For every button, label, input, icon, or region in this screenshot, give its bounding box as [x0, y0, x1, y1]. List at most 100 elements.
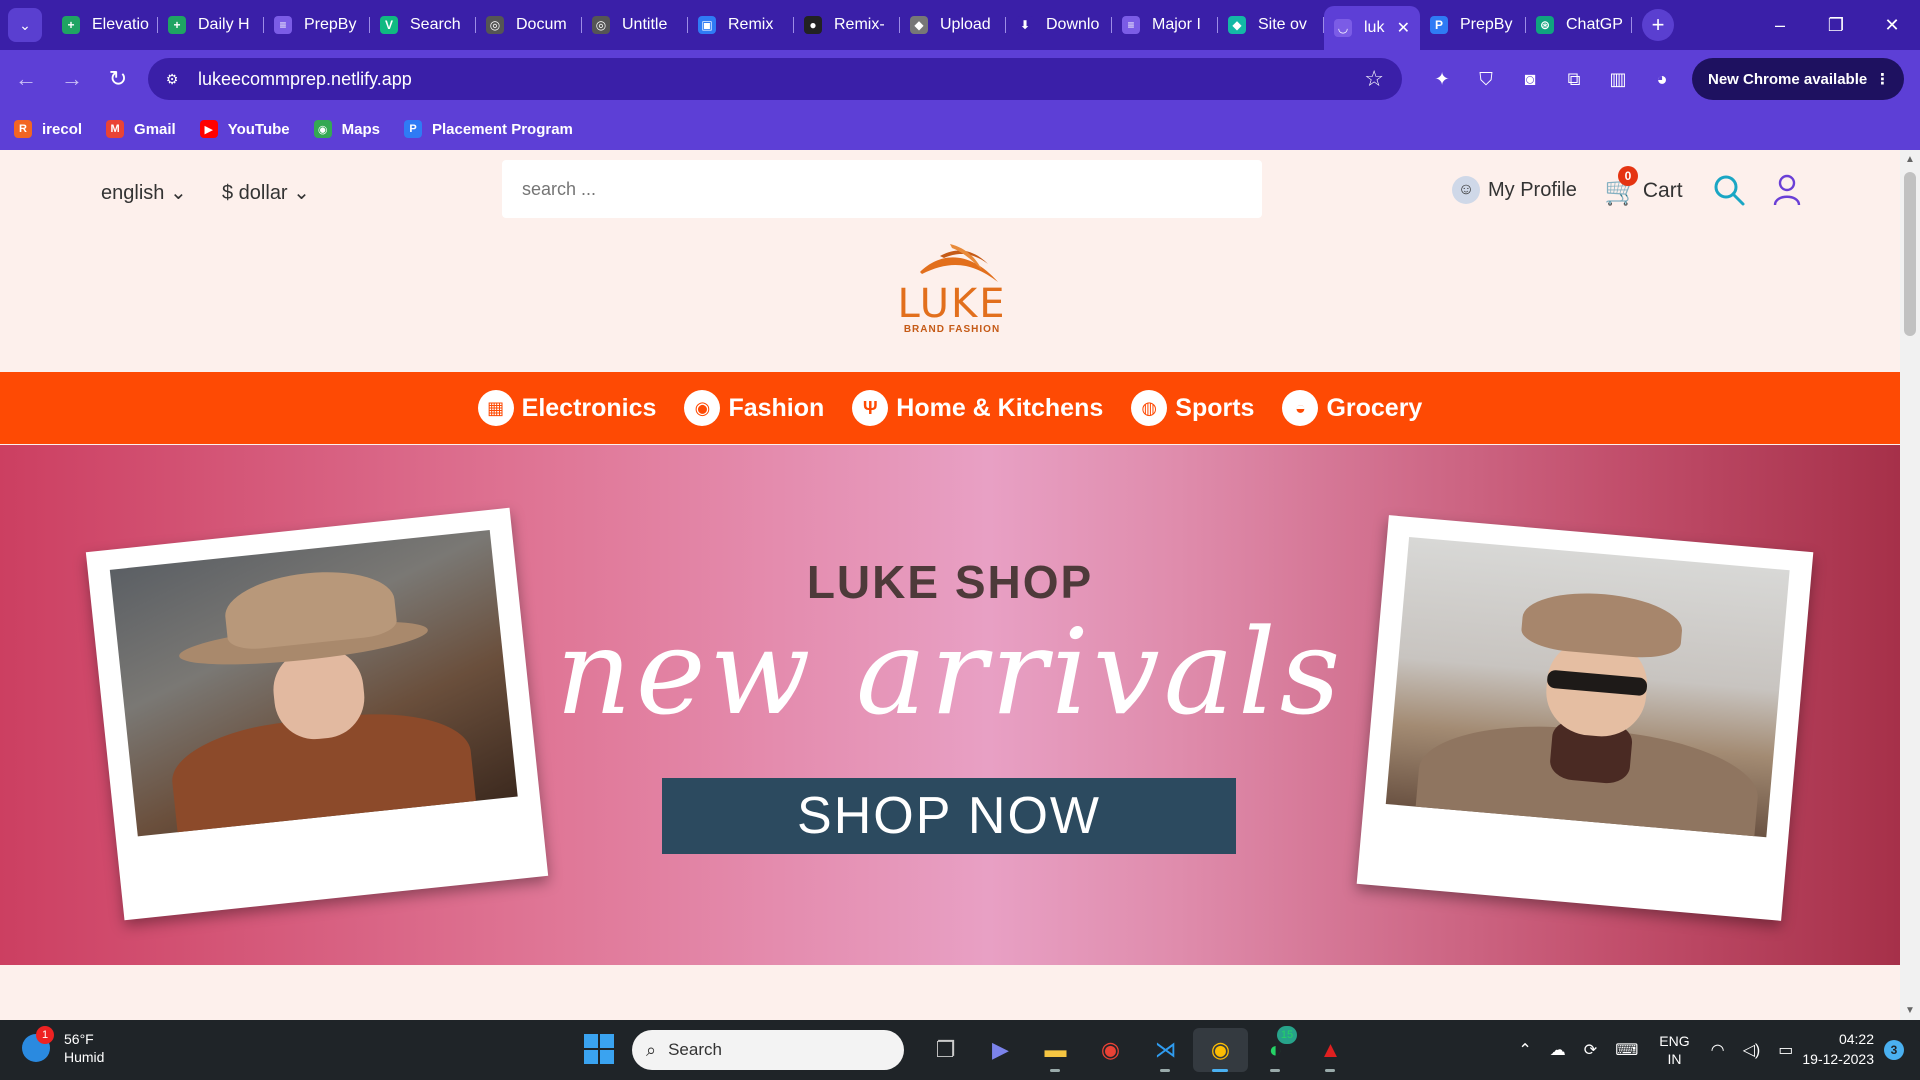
brand-logo[interactable]: LUKE BRAND FASHION — [890, 242, 1014, 342]
tab-close-icon[interactable]: ✕ — [1397, 18, 1410, 38]
category-link[interactable]: ◍ Sports — [1131, 390, 1254, 426]
chrome-icon[interactable]: ◉ — [1083, 1028, 1138, 1072]
color-extension-icon[interactable]: ✦ — [1420, 58, 1464, 100]
product-search-input[interactable] — [502, 160, 1262, 218]
puzzle-extensions-icon[interactable]: ⧉ — [1552, 58, 1596, 100]
battery-icon[interactable]: ▭ — [1778, 1040, 1793, 1060]
sports-icon: ◍ — [1131, 390, 1168, 426]
bookmark-item[interactable]: ▶ YouTube — [199, 120, 290, 138]
tab-list: + Elevatio + Daily H ≡ PrepBy V Search ◎ Docum ◎ Un… — [52, 0, 1632, 50]
windows-start-icon[interactable] — [584, 1034, 614, 1064]
camera-extension-icon[interactable]: ◙ — [1508, 58, 1552, 100]
tab-favicon-icon: ≡ — [274, 16, 292, 34]
logo-swoosh-icon — [920, 244, 998, 282]
whatsapp-icon[interactable]: ◐ 15 — [1248, 1026, 1303, 1072]
electronics-icon: ▦ — [477, 390, 514, 426]
volume-icon[interactable]: ◁) — [1743, 1040, 1761, 1060]
cart-link[interactable]: 🛒 0 Cart — [1604, 166, 1683, 207]
restore-icon[interactable]: ❐ — [1808, 0, 1864, 50]
bookmark-item[interactable]: ◉ Maps — [313, 120, 380, 138]
taskbar-search[interactable]: ⌕ Search — [632, 1030, 904, 1070]
browser-tab[interactable]: ◎ Docum — [476, 5, 582, 45]
page-scrollbar[interactable]: ▲ ▼ — [1900, 150, 1920, 1020]
site-info-icon[interactable]: ⚙ — [156, 63, 188, 95]
bookmark-item[interactable]: Rirecol — [14, 120, 82, 138]
shield-extension-icon[interactable]: ⛉ — [1464, 58, 1508, 100]
bookmark-item[interactable]: P Placement Program — [404, 120, 573, 138]
bookmark-label: Maps — [341, 120, 380, 138]
browser-tab[interactable]: ▣ Remix — [688, 5, 794, 45]
scroll-up-icon[interactable]: ▲ — [1900, 154, 1920, 165]
clock[interactable]: 04:22 19-12-2023 — [1802, 1030, 1874, 1069]
browser-tab[interactable]: ◆ Upload — [900, 5, 1006, 45]
browser-tab[interactable]: + Elevatio — [52, 5, 158, 45]
browser-tab[interactable]: P PrepBy — [1420, 5, 1526, 45]
bookmark-favicon-icon: ◉ — [313, 120, 332, 138]
shop-now-button[interactable]: SHOP NOW — [662, 778, 1236, 854]
browser-tab[interactable]: + Daily H — [158, 5, 264, 45]
profile-avatar-icon[interactable]: ◕ — [1640, 58, 1684, 100]
bookmark-item[interactable]: M Gmail — [106, 120, 176, 138]
task-view-icon[interactable]: ❐ — [918, 1028, 973, 1072]
browser-tab[interactable]: ◆ Site ov — [1218, 5, 1324, 45]
language-select[interactable]: english ⌄ — [101, 180, 187, 205]
side-panel-icon[interactable]: ▥ — [1596, 58, 1640, 100]
my-profile-link[interactable]: ☺ My Profile — [1452, 176, 1577, 204]
wifi-icon[interactable]: ◠ — [1711, 1040, 1725, 1060]
category-nav: ▦ Electronics ◉ Fashion Ψ Home & Kitchens ◍ Spo… — [0, 372, 1900, 444]
category-link[interactable]: ◉ Fashion — [684, 390, 824, 426]
browser-tab[interactable]: ⊛ ChatGP — [1526, 5, 1632, 45]
bookmark-label: YouTube — [227, 120, 290, 138]
language-indicator[interactable]: ENG IN — [1659, 1032, 1689, 1068]
hero-banner[interactable]: LUKE SHOP new arrivals SHOP NOW — [0, 445, 1900, 965]
category-link[interactable]: ▦ Electronics — [477, 390, 656, 426]
search-icon[interactable] — [1711, 172, 1747, 208]
keyboard-icon[interactable]: ⌨ — [1615, 1040, 1638, 1060]
tab-favicon-icon: ◆ — [910, 16, 928, 34]
close-window-icon[interactable]: ✕ — [1864, 0, 1920, 50]
clock-date: 19-12-2023 — [1802, 1051, 1874, 1067]
tab-title: PrepBy — [304, 16, 357, 33]
forward-button[interactable]: → — [52, 59, 92, 99]
browser-tab[interactable]: ◡ luk ✕ — [1324, 6, 1420, 50]
bookmark-star-icon[interactable]: ☆ — [1364, 66, 1384, 92]
sync-icon[interactable]: ⟳ — [1584, 1040, 1597, 1060]
tab-title: luk — [1364, 19, 1385, 36]
back-button[interactable]: ← — [6, 59, 46, 99]
chrome-active-icon[interactable]: ◉ — [1193, 1028, 1248, 1072]
new-tab-button[interactable]: + — [1642, 9, 1674, 41]
file-explorer-icon[interactable]: ▬ — [1028, 1028, 1083, 1072]
reload-button[interactable]: ↻ — [98, 59, 138, 99]
browser-tab[interactable]: ≡ PrepBy — [264, 5, 370, 45]
taskbar-apps: ❐ ▶ ▬ ◉ ⋊ ◉ ◐ 15 ▲ — [918, 1026, 1358, 1072]
currency-value: $ dollar — [222, 182, 288, 204]
weather-widget[interactable]: 1 56°F Humid — [22, 1026, 104, 1066]
currency-select[interactable]: $ dollar ⌄ — [222, 180, 310, 205]
window-controls: – ❐ ✕ — [1752, 0, 1920, 50]
notification-badge[interactable]: 3 — [1884, 1040, 1904, 1060]
scrollbar-thumb[interactable] — [1904, 172, 1916, 336]
browser-tab[interactable]: ● Remix- — [794, 5, 900, 45]
new-chrome-available-button[interactable]: New Chrome available ⋮ — [1692, 58, 1904, 100]
lang-line1: ENG — [1659, 1032, 1690, 1049]
banner-title: LUKE SHOP — [806, 556, 1094, 608]
address-bar[interactable]: ⚙ lukeecommprep.netlify.app ☆ — [148, 58, 1402, 100]
onedrive-icon[interactable]: ☁ — [1550, 1040, 1566, 1060]
category-link[interactable]: ◒ Grocery — [1282, 390, 1422, 426]
more-menu-icon[interactable]: ⋮ — [1875, 70, 1890, 88]
category-link[interactable]: Ψ Home & Kitchens — [852, 390, 1103, 426]
browser-tab[interactable]: V Search — [370, 5, 476, 45]
acrobat-icon[interactable]: ▲ — [1303, 1028, 1358, 1072]
browser-tab[interactable]: ≡ Major I — [1112, 5, 1218, 45]
vscode-icon[interactable]: ⋊ — [1138, 1028, 1193, 1072]
tab-search-button[interactable]: ⌄ — [8, 8, 42, 42]
tray-overflow-icon[interactable]: ⌃ — [1518, 1040, 1531, 1060]
teams-chat-icon[interactable]: ▶ — [973, 1028, 1028, 1072]
user-account-icon[interactable] — [1772, 172, 1802, 208]
scroll-down-icon[interactable]: ▼ — [1900, 1005, 1920, 1016]
browser-tab[interactable]: ⬇ Downlo — [1006, 5, 1112, 45]
minimize-icon[interactable]: – — [1752, 0, 1808, 50]
bookmark-favicon-icon: P — [404, 120, 422, 138]
url-text[interactable]: lukeecommprep.netlify.app — [198, 69, 412, 90]
browser-tab[interactable]: ◎ Untitle — [582, 5, 688, 45]
